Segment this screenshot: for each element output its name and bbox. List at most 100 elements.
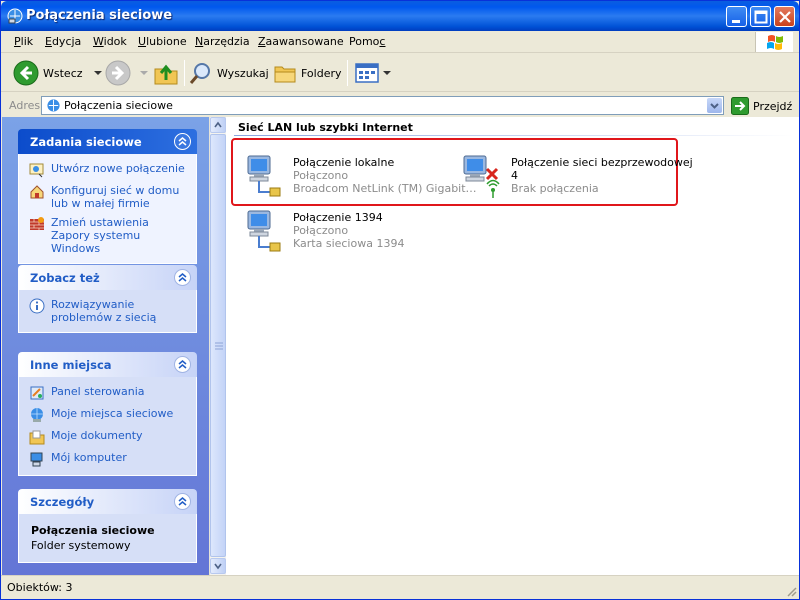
menu-zaawansowane[interactable]: Zaawansowane [258,35,344,48]
chevron-down-icon [214,563,222,570]
wireless-connection-icon [463,155,500,198]
dropdown-arrow-icon[interactable] [383,69,391,77]
double-chevron-up-icon [178,273,187,282]
scroll-up-button[interactable] [210,117,226,133]
panel-title: Zobacz też [30,271,100,285]
explorer-window: Połączenia sieciowe Plik Edycja Widok Ul… [0,0,800,600]
new-connection-icon [29,163,44,178]
details-header[interactable]: Szczegóły [18,489,197,514]
details-panel: Szczegóły Połączenia sieciowe Folder sys… [18,489,197,563]
go-arrow-icon [731,97,749,115]
window-title: Połączenia sieciowe [26,8,173,23]
resize-grip-icon[interactable] [785,585,797,597]
double-chevron-up-icon [178,360,187,369]
info-icon [29,298,45,314]
panel-title: Szczegóły [30,495,95,509]
status-bar: Obiektów: 3 [1,575,799,599]
minimize-icon [732,20,740,23]
dropdown-arrow-icon[interactable] [139,68,149,78]
task-home-network[interactable]: Konfiguruj sieć w domu lub w małej firmi… [29,184,186,210]
see-also-header[interactable]: Zobacz też [18,265,197,290]
address-bar: Adres Połączenia sieciowe Przejdź [1,93,799,117]
lan-connection-icon [247,155,281,197]
connection-name-line2: 4 [511,169,518,182]
panel-title: Inne miejsca [30,358,112,372]
title-bar[interactable]: Połączenia sieciowe [1,1,799,31]
task-troubleshoot[interactable]: Rozwiązywanie problemów z siecią [29,298,186,324]
collapse-button[interactable] [174,493,191,510]
computer-icon [30,452,43,467]
task-new-connection[interactable]: Utwórz nowe połączenie [29,162,186,178]
dropdown-arrow-icon[interactable] [93,68,103,78]
status-text: Obiektów: 3 [7,581,73,594]
details-name: Połączenia sieciowe [31,524,155,537]
chevron-up-icon [214,121,222,128]
forward-arrow-icon [105,60,131,86]
menu-narzedzia[interactable]: Narzędzia [195,35,250,48]
group-title: Sieć LAN lub szybki Internet [238,121,413,134]
maximize-icon [754,10,768,24]
task-pane-scrollbar[interactable] [209,117,226,575]
menu-widok[interactable]: Widok [93,35,127,48]
other-places-body: Panel sterowania Moje miejsca sieciowe M… [18,377,197,476]
connection-status: Połączono [293,169,349,182]
folders-label: Foldery [301,66,342,80]
address-label: Adres [9,99,41,112]
collapse-button[interactable] [174,133,191,150]
scroll-thumb[interactable] [210,134,226,557]
collapse-button[interactable] [174,269,191,286]
search-label: Wyszukaj [217,66,269,80]
views-button[interactable] [355,59,391,87]
go-button[interactable]: Przejdź [731,97,792,115]
task-firewall-settings[interactable]: Zmień ustawienia Zapory systemu Windows [29,216,186,255]
address-value: Połączenia sieciowe [64,99,173,112]
forward-button[interactable] [105,59,149,87]
control-panel-icon [30,386,44,400]
toolbar-separator [347,60,348,86]
up-folder-icon [154,64,178,85]
connection-name: Połączenie lokalne [293,156,395,169]
address-input[interactable]: Połączenia sieciowe [41,96,724,115]
other-places-header[interactable]: Inne miejsca [18,352,197,377]
close-button[interactable] [774,6,795,27]
connection-device: Karta sieciowa 1394 [293,237,405,250]
link-my-documents[interactable]: Moje dokumenty [29,429,186,445]
toolbar: Wstecz Wyszukaj Foldery [1,54,799,92]
menu-ulubione[interactable]: Ulubione [138,35,187,48]
go-label: Przejdź [753,99,793,113]
back-button[interactable]: Wstecz [13,59,103,87]
link-network-places[interactable]: Moje miejsca sieciowe [29,407,186,423]
link-my-computer[interactable]: Mój komputer [29,451,186,467]
windows-flag-icon [767,35,783,50]
see-also-panel: Zobacz też Rozwiązywanie problemów z sie… [18,265,197,333]
link-control-panel[interactable]: Panel sterowania [29,385,186,401]
connection-1394[interactable]: Połączenie 1394 Połączono Karta sieciowa… [247,210,405,252]
connection-wireless[interactable]: Połączenie sieci bezprzewodowej 4 Brak p… [463,155,693,198]
network-tasks-body: Utwórz nowe połączenie Konfiguruj sieć w… [18,154,197,264]
minimize-button[interactable] [726,6,747,27]
back-arrow-icon [13,60,39,86]
network-tasks-header[interactable]: Zadania sieciowe [18,129,197,154]
menu-pomoc[interactable]: Pomoc [349,35,385,48]
address-dropdown-button[interactable] [707,98,722,113]
network-places-icon [31,408,43,422]
folders-button[interactable]: Foldery [273,59,342,87]
other-places-panel: Inne miejsca Panel sterowania Moje miejs… [18,352,197,476]
close-icon [779,11,791,23]
toolbar-separator [184,60,185,86]
connection-status: Połączono [293,224,349,237]
up-folder-button[interactable] [153,59,179,87]
details-body: Połączenia sieciowe Folder systemowy [18,514,197,563]
collapse-button[interactable] [174,356,191,373]
search-icon [189,63,210,84]
home-network-icon [30,185,44,199]
scroll-down-button[interactable] [210,558,226,574]
connection-name: Połączenie 1394 [293,211,383,224]
menu-edycja[interactable]: Edycja [45,35,81,48]
connection-local[interactable]: Połączenie lokalne Połączono Broadcom Ne… [247,155,477,197]
panel-title: Zadania sieciowe [30,135,142,149]
network-connections-icon [7,8,23,24]
menu-plik[interactable]: Plik [14,35,33,48]
maximize-button[interactable] [750,6,771,27]
search-button[interactable]: Wyszukaj [189,59,269,87]
